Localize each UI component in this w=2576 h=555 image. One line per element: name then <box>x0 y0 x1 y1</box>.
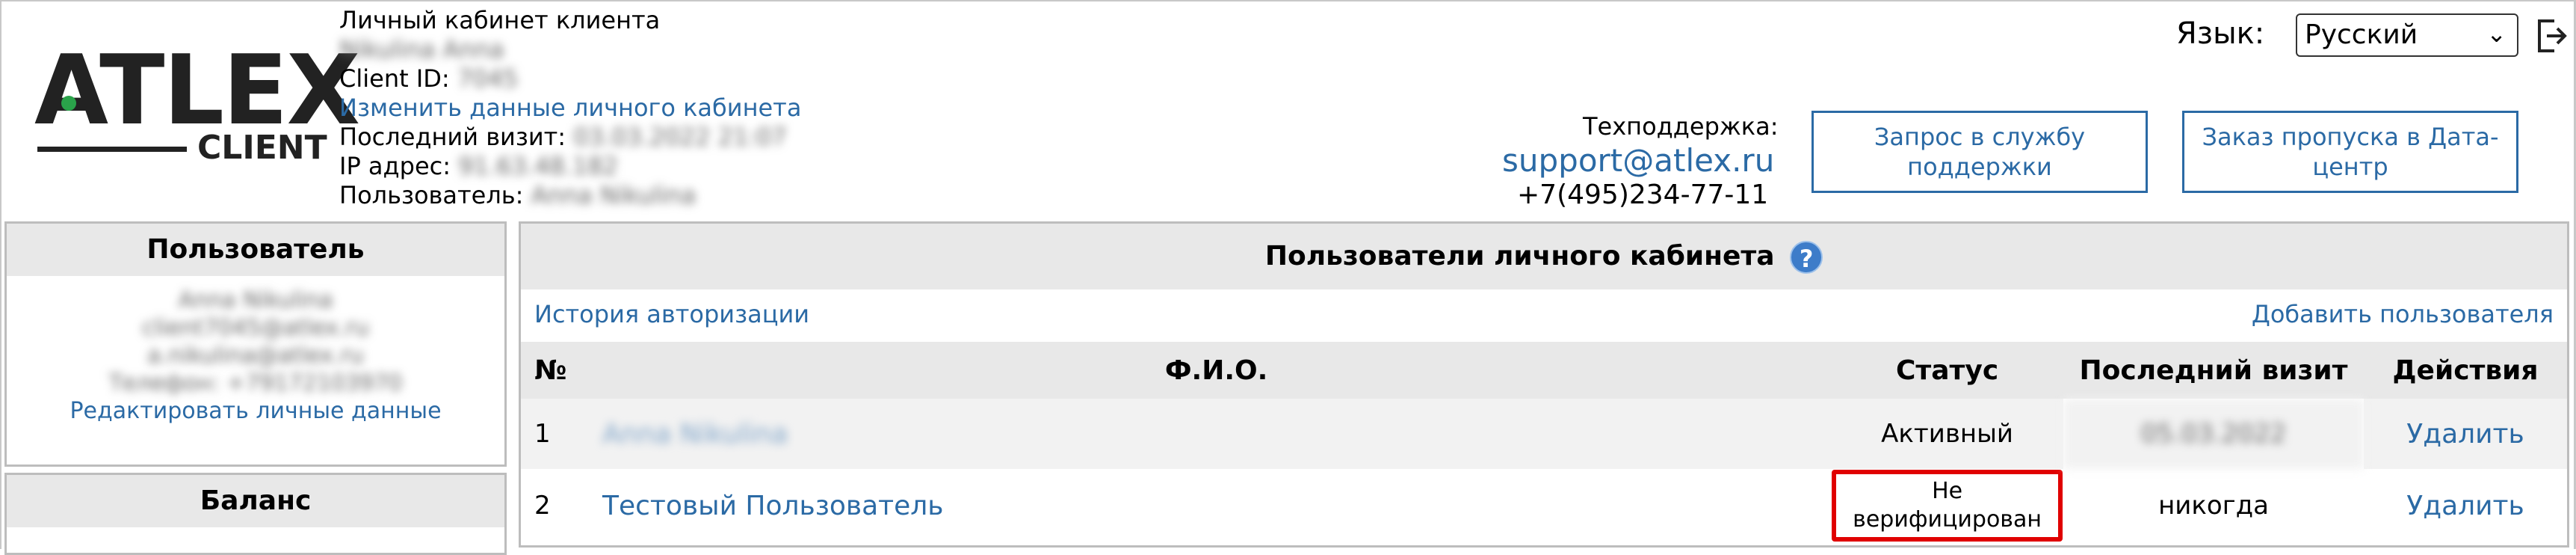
status-line-2: верифицирован <box>1853 506 2042 533</box>
logo-dot <box>61 96 76 111</box>
window-frame-top <box>0 0 2576 1</box>
delete-user-link[interactable]: Удалить <box>2406 491 2524 521</box>
col-last-visit: Последний визит <box>2063 342 2364 399</box>
chevron-down-icon: ⌄ <box>2486 19 2506 48</box>
user-details: Anna Nikulina client7045@atlex.ru a.niku… <box>7 276 504 425</box>
user-panel-title: Пользователь <box>7 224 504 276</box>
user-name-link[interactable]: Тестовый Пользователь <box>602 491 944 521</box>
row-actions: Удалить <box>2364 399 2567 469</box>
support-request-button[interactable]: Запрос в службу поддержки <box>1811 111 2148 193</box>
balance-panel-title: Баланс <box>7 475 504 527</box>
users-table-header: № Ф.И.О. Статус Последний визит Действия <box>521 342 2567 399</box>
row-last-visit: 05.03.2022 <box>2063 399 2364 469</box>
support-label: Техподдержка: <box>1583 112 1779 141</box>
user-value: Anna Nikulina <box>531 181 696 209</box>
row-name: Тестовый Пользователь <box>595 469 1831 542</box>
language-label: Язык: <box>2176 16 2265 51</box>
row-status: Не верифицирован <box>1831 469 2063 542</box>
user-name-link[interactable]: Anna Nikulina <box>602 419 788 450</box>
last-visit-label: Последний визит: <box>339 123 566 151</box>
datacenter-pass-button[interactable]: Заказ пропуска в Дата-центр <box>2182 111 2518 193</box>
client-id-value: 7045 <box>457 64 519 93</box>
logo-underline <box>37 147 187 152</box>
row-name: Anna Nikulina <box>595 399 1832 469</box>
support-email-link[interactable]: support@atlex.ru <box>1502 142 1774 179</box>
col-fullname: Ф.И.О. <box>595 342 1832 399</box>
status-highlight-box: Не верифицирован <box>1832 470 2063 542</box>
delete-user-link[interactable]: Удалить <box>2406 419 2524 450</box>
ip-value: 91.63.48.182 <box>458 152 618 180</box>
logout-icon[interactable] <box>2535 16 2568 55</box>
col-number: № <box>521 342 595 399</box>
users-toolbar: История авторизации Добавить пользовател… <box>521 289 2567 342</box>
auth-history-link[interactable]: История авторизации <box>534 300 809 328</box>
edit-account-link[interactable]: Изменить данные личного кабинета <box>339 93 801 123</box>
logo-text: ATLEX <box>34 35 360 147</box>
user-label: Пользователь: <box>339 181 524 209</box>
row-last-visit: никогда <box>2158 491 2269 521</box>
user-email-secondary: a.nikulina@atlex.ru <box>147 343 364 369</box>
client-id-row: Client ID: 7045 <box>339 64 801 93</box>
account-users-header: Пользователи личного кабинета ? <box>521 224 2567 289</box>
table-row: 1 Anna Nikulina Активный 05.03.2022 Удал… <box>521 399 2567 469</box>
last-visit-row: Последний визит: 03.03.2022 21:07 <box>339 123 801 152</box>
account-users-title: Пользователи личного кабинета <box>1264 241 1775 272</box>
client-id-label: Client ID: <box>339 64 450 93</box>
col-actions: Действия <box>2364 342 2567 399</box>
ip-row: IP адрес: 91.63.48.182 <box>339 152 801 181</box>
window-frame-left <box>0 0 1 549</box>
atlex-logo[interactable]: ATLEX CLIENT <box>34 43 360 171</box>
account-title: Личный кабинет клиента <box>339 6 661 34</box>
table-row: 2 Тестовый Пользователь Не верифицирован… <box>521 469 2567 542</box>
row-status: Активный <box>1831 399 2063 469</box>
user-row: Пользователь: Anna Nikulina <box>339 181 801 210</box>
user-email-primary: client7045@atlex.ru <box>142 315 369 341</box>
add-user-link[interactable]: Добавить пользователя <box>2252 300 2554 328</box>
user-panel: Пользователь Anna Nikulina client7045@at… <box>4 221 507 467</box>
language-selected: Русский <box>2305 19 2418 50</box>
balance-panel: Баланс <box>4 473 507 555</box>
ip-label: IP адрес: <box>339 152 451 180</box>
language-select[interactable]: Русский ⌄ <box>2296 13 2518 57</box>
status-line-1: Не <box>1932 478 1963 504</box>
col-status: Статус <box>1831 342 2063 399</box>
row-actions: Удалить <box>2364 469 2567 542</box>
account-users-panel: Пользователи личного кабинета ? История … <box>519 221 2569 548</box>
account-info: Личный кабинет клиента Nikulina Anna Cli… <box>339 6 801 210</box>
logo-subtext: CLIENT <box>197 129 327 167</box>
help-icon[interactable]: ? <box>1790 241 1823 274</box>
users-table: № Ф.И.О. Статус Последний визит Действия… <box>521 342 2567 542</box>
support-phone: +7(495)234-77-11 <box>1517 180 1769 210</box>
account-name: Nikulina Anna <box>339 35 504 64</box>
last-visit-value: 03.03.2022 21:07 <box>573 123 787 151</box>
row-number: 2 <box>534 491 551 521</box>
edit-personal-data-link[interactable]: Редактировать личные данные <box>7 397 504 425</box>
user-full-name: Anna Nikulina <box>178 287 333 313</box>
row-number: 1 <box>521 399 595 469</box>
user-phone: Телефон: +79172103970 <box>108 370 403 396</box>
